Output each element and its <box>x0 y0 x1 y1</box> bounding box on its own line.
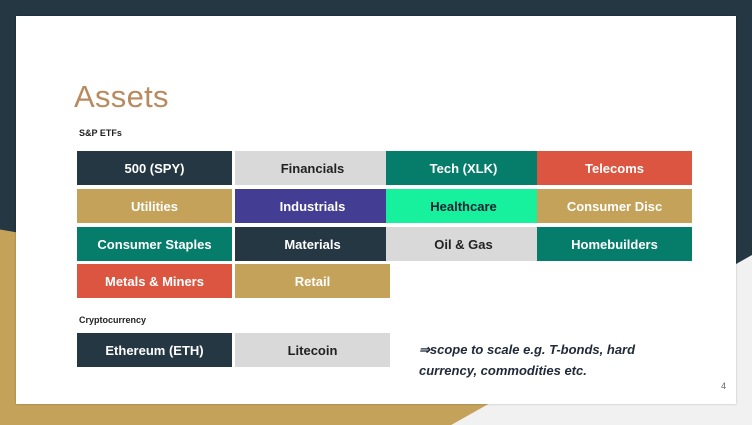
etf-tile-industrials: Industrials <box>235 189 390 223</box>
etf-tile-retail: Retail <box>235 264 390 298</box>
etf-tile-500-spy: 500 (SPY) <box>77 151 232 185</box>
page-number: 4 <box>721 381 727 391</box>
scope-note: ⇒scope to scale e.g. T-bonds, hard curre… <box>419 342 636 378</box>
etf-tile-telecoms: Telecoms <box>537 151 692 185</box>
etf-tile-consumer-disc: Consumer Disc <box>537 189 692 223</box>
crypto-section-label: Cryptocurrency <box>79 315 147 325</box>
page-title: Assets <box>74 79 169 114</box>
etf-tile-utilities: Utilities <box>77 189 232 223</box>
etf-tile-financials: Financials <box>235 151 390 185</box>
etf-tile-healthcare: Healthcare <box>386 189 541 223</box>
crypto-tile-ethereum: Ethereum (ETH) <box>77 333 232 367</box>
slide-canvas: Assets S&P ETFs 500 (SPY) Financials Tec… <box>16 16 736 404</box>
etf-tile-metals-miners: Metals & Miners <box>77 264 232 298</box>
etf-tile-oil-gas: Oil & Gas <box>386 227 541 261</box>
crypto-tile-litecoin: Litecoin <box>235 333 390 367</box>
etf-tile-consumer-staples: Consumer Staples <box>77 227 232 261</box>
etf-tile-homebuilders: Homebuilders <box>537 227 692 261</box>
etf-section-label: S&P ETFs <box>79 128 122 138</box>
etf-tile-materials: Materials <box>235 227 390 261</box>
etf-tile-tech-xlk: Tech (XLK) <box>386 151 541 185</box>
